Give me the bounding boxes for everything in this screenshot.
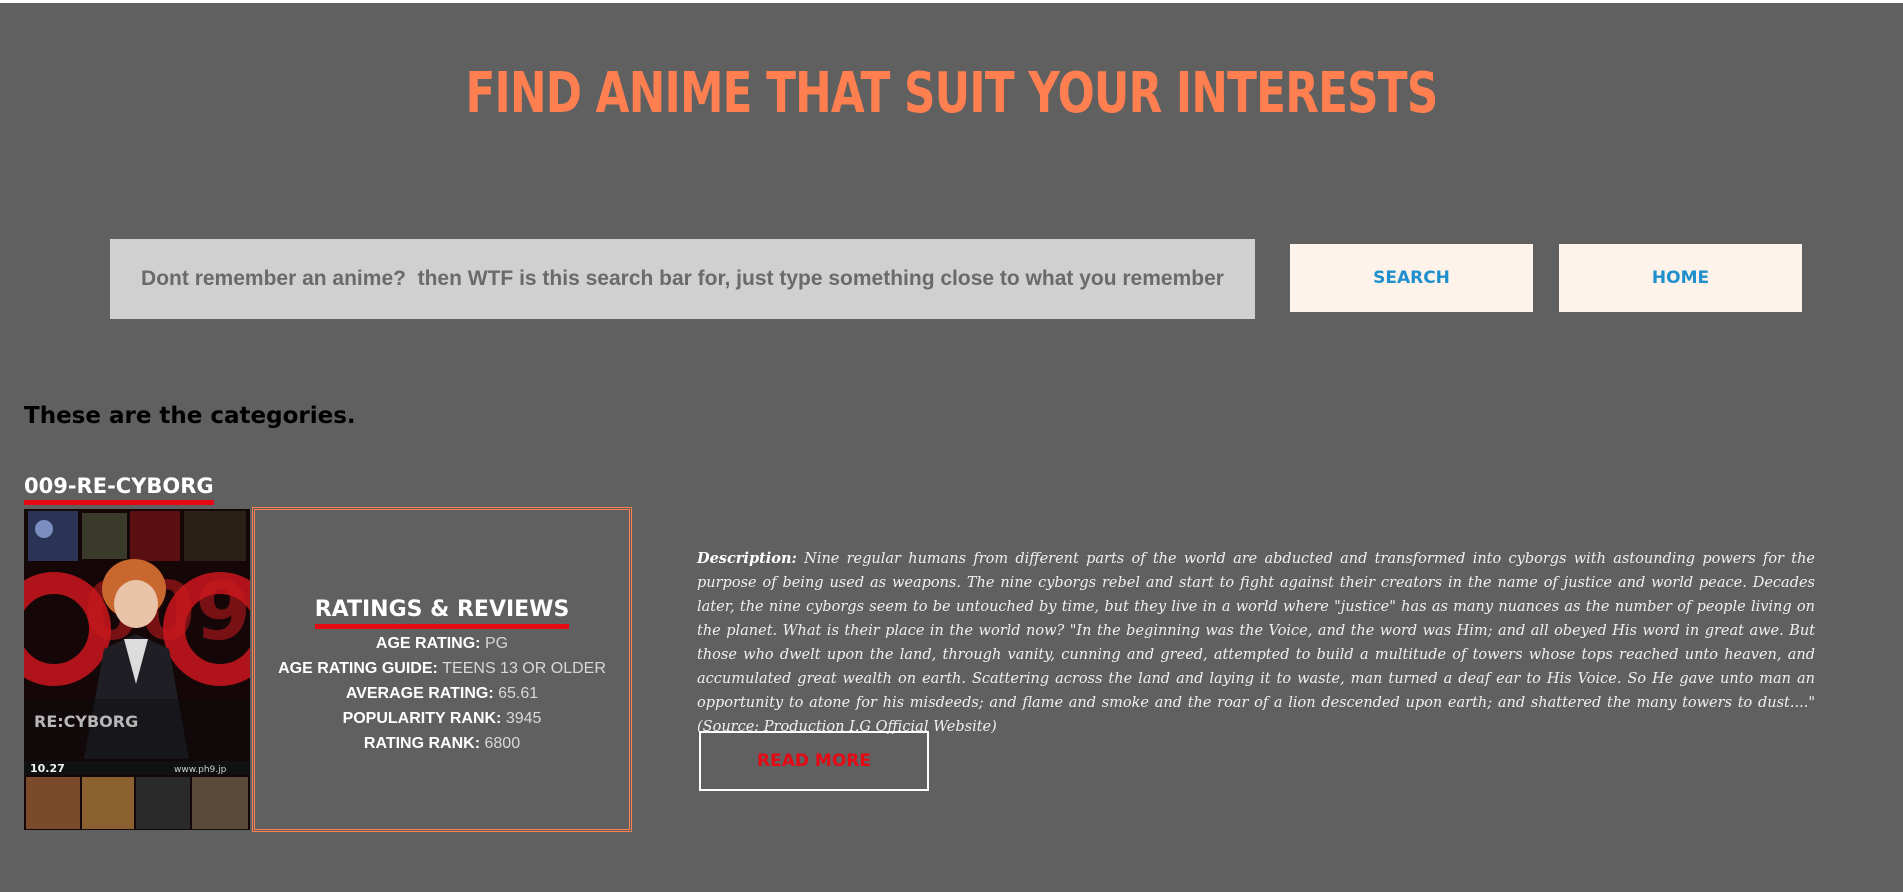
search-button[interactable]: SEARCH [1290,244,1533,312]
anime-title: 009-RE-CYBORG [24,474,214,505]
ratings-panel: RATINGS & REVIEWS AGE RATING: PG AGE RAT… [252,507,632,832]
anime-description: Description: Nine regular humans from di… [697,547,1815,739]
description-label: Description: [697,550,797,567]
rating-age: AGE RATING: PG [375,635,509,652]
rating-average: AVERAGE RATING: 65.61 [345,685,539,702]
page-title: FIND ANIME THAT SUIT YOUR INTERESTS [465,61,1438,126]
rating-popularity-rank: POPULARITY RANK: 3945 [342,710,542,727]
rating-rank: RATING RANK: 6800 [363,735,521,752]
anime-poster: 009 RE:CYBORG 10.27 www.ph9.jp [24,509,250,830]
categories-heading: These are the categories. [24,403,356,429]
search-input[interactable] [110,239,1255,319]
poster-url: www.ph9.jp [174,765,227,775]
description-text: Nine regular humans from different parts… [697,551,1815,735]
ratings-title: RATINGS & REVIEWS [314,597,570,629]
home-button[interactable]: HOME [1559,244,1802,312]
read-more-button[interactable]: READ MORE [699,731,929,791]
rating-age-guide: AGE RATING GUIDE: TEENS 13 OR OLDER [278,660,606,677]
poster-subtitle: RE:CYBORG [34,712,138,731]
poster-date: 10.27 [30,762,65,775]
